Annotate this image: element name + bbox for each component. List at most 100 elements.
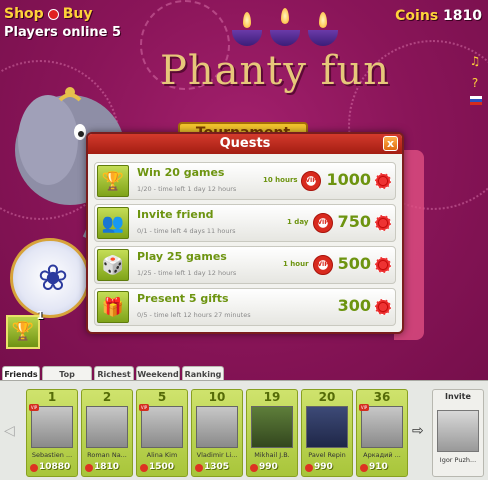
buy-link[interactable]: Buy — [63, 6, 93, 22]
players-online: Players online 5 — [4, 25, 122, 40]
gift-icon: 🎁 — [97, 291, 129, 323]
quest-vip-time: 10 hours — [263, 176, 298, 184]
quest-progress: 0/5 - time left 12 hours 27 minutes — [137, 311, 251, 319]
game-title: Phanty fun — [160, 48, 390, 94]
friend-card[interactable]: 2 Roman Na... 1810 — [81, 389, 133, 477]
invite-card[interactable]: Invite Igor Puzh... — [432, 389, 484, 477]
quest-row: 👥 Invite friend 0/1 - time left 4 days 1… — [94, 204, 396, 242]
avatar — [196, 406, 238, 448]
trophy-badge[interactable]: 1 🏆 — [6, 309, 44, 349]
arrow-left-icon[interactable]: ◁ — [4, 423, 15, 439]
shop-buy[interactable]: Shop Buy — [4, 6, 92, 22]
chip-icon — [375, 215, 391, 231]
help-icon[interactable]: ? — [468, 76, 482, 90]
friend-rank: 36 — [373, 390, 391, 404]
quest-row: 🎲 Play 25 games 1/25 - time left 1 day 1… — [94, 246, 396, 284]
dialog-header: Quests — [88, 134, 402, 154]
friend-name: Pavel Repin — [308, 451, 346, 459]
friend-card[interactable]: 10 Vladimir Li... 1305 — [191, 389, 243, 477]
chip-icon — [250, 464, 258, 472]
quest-reward: 500 — [337, 254, 371, 273]
coins-label: Coins — [395, 8, 439, 24]
vip-tag: VIP — [359, 404, 369, 411]
avatar — [251, 406, 293, 448]
coins-value: 1810 — [443, 8, 482, 24]
music-icon[interactable]: ♫ — [468, 54, 482, 68]
lamp — [308, 30, 338, 46]
shop-link[interactable]: Shop — [4, 6, 44, 22]
friend-card[interactable]: 5 VIP Alina Kim 1500 — [136, 389, 188, 477]
friends-bar: ◁ 1 VIP Sebastien ... 10880 2 Roman Na..… — [0, 380, 488, 480]
chip-icon — [195, 464, 203, 472]
friend-score: 990 — [259, 462, 278, 472]
friend-rank: 1 — [47, 390, 57, 404]
friend-name: Sebastien ... — [31, 451, 73, 459]
chip-icon — [360, 464, 368, 472]
quest-reward: 300 — [337, 296, 371, 315]
quest-progress: 1/20 - time left 1 day 12 hours — [137, 185, 237, 193]
avatar — [437, 410, 479, 452]
friend-name: Аркадий ... — [363, 451, 401, 459]
avatar — [141, 406, 183, 448]
chip-icon — [47, 8, 59, 20]
quest-title: Play 25 games — [137, 250, 227, 263]
friend-rank: 19 — [263, 390, 281, 404]
flame — [243, 12, 251, 28]
chip-icon — [375, 257, 391, 273]
trophy-icon: 🏆 — [11, 321, 35, 342]
vip-badge: VIP — [301, 171, 321, 191]
friend-name: Mikhail J.B. — [254, 451, 290, 459]
friend-name: Roman Na... — [87, 451, 127, 459]
quest-row: 🎁 Present 5 gifts 0/5 - time left 12 hou… — [94, 288, 396, 326]
close-button[interactable]: x — [383, 136, 398, 151]
friend-name: Vladimir Li... — [196, 451, 238, 459]
friend-rank: 20 — [318, 390, 336, 404]
friend-card[interactable]: 1 VIP Sebastien ... 10880 — [26, 389, 78, 477]
avatar — [31, 406, 73, 448]
quest-vip-time: 1 day — [287, 218, 309, 226]
dice-icon: 🎲 — [97, 249, 129, 281]
arrow-right-icon[interactable]: ⇨ — [412, 423, 424, 439]
invite-label: Invite — [445, 392, 471, 401]
friend-card[interactable]: 20 Pavel Repin 990 — [301, 389, 353, 477]
quest-reward: 750 — [337, 212, 371, 231]
flame — [281, 8, 289, 24]
lamp — [270, 30, 300, 46]
friend-score: 1810 — [94, 462, 120, 472]
chip-icon — [375, 173, 391, 189]
avatar — [306, 406, 348, 448]
avatar — [361, 406, 403, 448]
quests-dialog: Quests x 🏆 Win 20 games 1/20 - time left… — [86, 132, 404, 334]
diya-lamps — [232, 2, 342, 46]
coins-display: Coins 1810 — [395, 8, 482, 24]
chip-icon — [140, 464, 148, 472]
friend-card[interactable]: 36 VIP Аркадий ... 910 — [356, 389, 408, 477]
game-screen: Shop Buy Players online 5 Coins 1810 ♫ ? … — [0, 0, 488, 480]
friend-rank: 5 — [157, 390, 167, 404]
quest-progress: 0/1 - time left 4 days 11 hours — [137, 227, 236, 235]
chip-icon — [375, 299, 391, 315]
friend-score: 910 — [369, 462, 388, 472]
vip-tag: VIP — [29, 404, 39, 411]
friend-score: 10880 — [39, 462, 71, 472]
avatar — [86, 406, 128, 448]
friend-card[interactable]: 19 Mikhail J.B. 990 — [246, 389, 298, 477]
dialog-title: Quests — [219, 136, 271, 151]
users-icon: 👥 — [97, 207, 129, 239]
chip-icon — [305, 464, 313, 472]
quest-title: Win 20 games — [137, 166, 225, 179]
flag-icon[interactable] — [470, 96, 482, 105]
quest-reward: 1000 — [326, 170, 371, 189]
lamp — [232, 30, 262, 46]
quest-title: Present 5 gifts — [137, 292, 229, 305]
trophy-count: 1 — [36, 309, 44, 322]
friend-score: 1500 — [149, 462, 175, 472]
trophy-icon: 🏆 — [97, 165, 129, 197]
quest-title: Invite friend — [137, 208, 214, 221]
chip-icon — [30, 464, 38, 472]
flame — [319, 12, 327, 28]
friend-rank: 10 — [208, 390, 226, 404]
chip-icon — [85, 464, 93, 472]
friend-score: 990 — [314, 462, 333, 472]
quest-vip-time: 1 hour — [283, 260, 309, 268]
